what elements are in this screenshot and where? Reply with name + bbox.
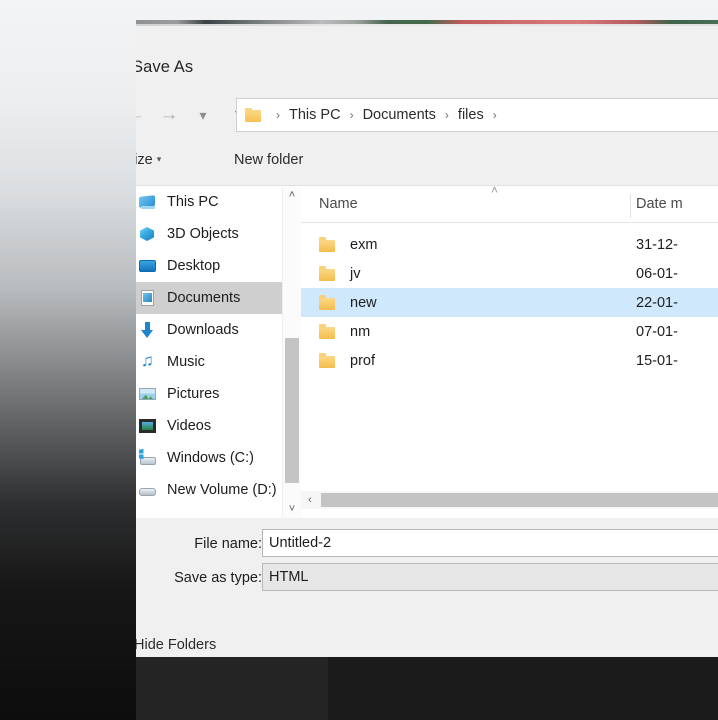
sidebar-item-this-pc[interactable]: This PC bbox=[136, 186, 282, 218]
scrollbar-thumb[interactable] bbox=[321, 493, 718, 507]
file-name: nm bbox=[350, 323, 371, 340]
sidebar-item-label: Music bbox=[167, 354, 205, 370]
breadcrumb-item-documents[interactable]: Documents bbox=[362, 107, 437, 123]
file-name: prof bbox=[350, 352, 375, 369]
save-form: File name: Save as type: HTML bbox=[136, 517, 718, 607]
pictures-icon bbox=[138, 385, 158, 403]
table-row[interactable]: new 22-01- bbox=[301, 288, 718, 317]
save-as-type-value: HTML bbox=[269, 569, 309, 585]
dialog-title: Save As bbox=[136, 58, 194, 76]
save-as-dialog: Save As ← → ▾ ↑ › This PC › Documents › … bbox=[136, 20, 718, 657]
scroll-up-icon[interactable]: ˄ bbox=[283, 186, 301, 204]
scroll-left-icon[interactable]: ‹ bbox=[301, 491, 319, 509]
drive-icon bbox=[138, 481, 158, 499]
file-name: exm bbox=[350, 236, 378, 253]
breadcrumb-item-this-pc[interactable]: This PC bbox=[288, 107, 342, 123]
breadcrumb-item-files[interactable]: files bbox=[457, 107, 485, 123]
sidebar-item-videos[interactable]: Videos bbox=[136, 410, 282, 442]
save-as-type-label: Save as type: bbox=[174, 570, 262, 586]
sidebar-item-new-volume-d[interactable]: New Volume (D:) bbox=[136, 474, 282, 506]
caret-down-icon: ▾ bbox=[156, 154, 162, 164]
column-header-name[interactable]: Name bbox=[319, 196, 358, 212]
3d-objects-icon bbox=[138, 225, 158, 243]
sidebar-item-downloads[interactable]: Downloads bbox=[136, 314, 282, 346]
sidebar-item-label: Documents bbox=[167, 290, 241, 306]
sidebar-item-label: 3D Objects bbox=[167, 226, 239, 242]
sidebar-item-desktop[interactable]: Desktop bbox=[136, 250, 282, 282]
window-chrome-strip-shadow bbox=[136, 24, 718, 26]
file-date: 07-01- bbox=[636, 323, 678, 340]
sidebar-item-label: New Volume (D:) bbox=[167, 482, 277, 498]
table-row[interactable]: exm 31-12- bbox=[301, 230, 718, 259]
table-row[interactable]: nm 07-01- bbox=[301, 317, 718, 346]
breadcrumb-separator: › bbox=[349, 108, 354, 122]
sidebar-item-label: Videos bbox=[167, 418, 212, 434]
file-date: 31-12- bbox=[636, 236, 678, 253]
file-name: jv bbox=[350, 265, 361, 282]
navigation-bar: ← → ▾ ↑ › This PC › Documents › files › bbox=[136, 96, 718, 136]
file-name-input[interactable] bbox=[262, 529, 718, 557]
table-row[interactable]: jv 06-01- bbox=[301, 259, 718, 288]
folder-icon bbox=[319, 237, 336, 252]
breadcrumb-separator: › bbox=[444, 108, 449, 122]
sidebar-item-windows-c[interactable]: Windows (C:) bbox=[136, 442, 282, 474]
sidebar-item-documents[interactable]: Documents bbox=[136, 282, 282, 314]
drive-icon bbox=[138, 449, 158, 467]
toolbar: ganize▾ New folder bbox=[136, 148, 718, 180]
folder-icon bbox=[319, 295, 336, 310]
sidebar-scrollbar[interactable]: ˄ ˅ bbox=[282, 186, 301, 518]
file-date: 15-01- bbox=[636, 352, 678, 369]
file-date: 06-01- bbox=[636, 265, 678, 282]
this-pc-icon bbox=[138, 193, 158, 211]
organize-button[interactable]: ganize▾ bbox=[136, 152, 161, 168]
breadcrumb[interactable]: › This PC › Documents › files › bbox=[236, 98, 718, 132]
dialog-body: This PC 3D Objects Desktop Documents Dow… bbox=[136, 183, 718, 518]
breadcrumb-separator: › bbox=[276, 108, 280, 122]
column-header-date[interactable]: Date m bbox=[636, 196, 683, 212]
back-button[interactable]: ← bbox=[136, 96, 152, 134]
sidebar-item-music[interactable]: Music bbox=[136, 346, 282, 378]
sidebar-item-label: Pictures bbox=[167, 386, 220, 402]
documents-icon bbox=[138, 289, 158, 307]
sidebar-item-label: Windows (C:) bbox=[167, 450, 255, 466]
file-name: new bbox=[350, 294, 377, 311]
table-row[interactable]: prof 15-01- bbox=[301, 346, 718, 375]
file-list-header: Name Date m bbox=[301, 192, 718, 223]
hide-folders-button[interactable]: Hide Folders bbox=[136, 637, 216, 653]
chevron-down-icon[interactable]: ▾ bbox=[186, 96, 220, 134]
organize-label: ganize bbox=[136, 152, 153, 168]
file-date: 22-01- bbox=[636, 294, 678, 311]
folder-icon bbox=[319, 353, 336, 368]
breadcrumb-separator: › bbox=[492, 108, 497, 122]
file-list-horizontal-scrollbar[interactable]: ‹ bbox=[301, 491, 718, 509]
new-folder-button[interactable]: New folder bbox=[234, 152, 303, 168]
scroll-down-icon[interactable]: ˅ bbox=[283, 500, 301, 518]
column-divider[interactable] bbox=[630, 194, 631, 218]
scrollbar-thumb[interactable] bbox=[285, 338, 299, 483]
sidebar-item-pictures[interactable]: Pictures bbox=[136, 378, 282, 410]
file-name-label: File name: bbox=[194, 536, 262, 552]
folder-icon bbox=[245, 108, 262, 122]
folder-icon bbox=[319, 324, 336, 339]
sidebar-item-label: This PC bbox=[167, 194, 219, 210]
file-list-rows: exm 31-12- jv 06-01- new 22-01- nm 07-01 bbox=[301, 230, 718, 375]
videos-icon bbox=[138, 417, 158, 435]
file-list-pane: ˄ Name Date m exm 31-12- jv 06-01- new 2… bbox=[301, 183, 718, 518]
music-icon bbox=[138, 351, 158, 371]
downloads-icon bbox=[138, 321, 158, 339]
forward-button[interactable]: → bbox=[152, 96, 186, 134]
sidebar-item-label: Downloads bbox=[167, 322, 239, 338]
desktop-lower-band-left bbox=[136, 657, 328, 720]
navigation-pane: This PC 3D Objects Desktop Documents Dow… bbox=[136, 186, 282, 518]
sidebar-item-3d-objects[interactable]: 3D Objects bbox=[136, 218, 282, 250]
sidebar-item-label: Desktop bbox=[167, 258, 221, 274]
desktop-icon bbox=[138, 257, 158, 275]
save-as-type-select[interactable]: HTML bbox=[262, 563, 718, 591]
folder-icon bbox=[319, 266, 336, 281]
